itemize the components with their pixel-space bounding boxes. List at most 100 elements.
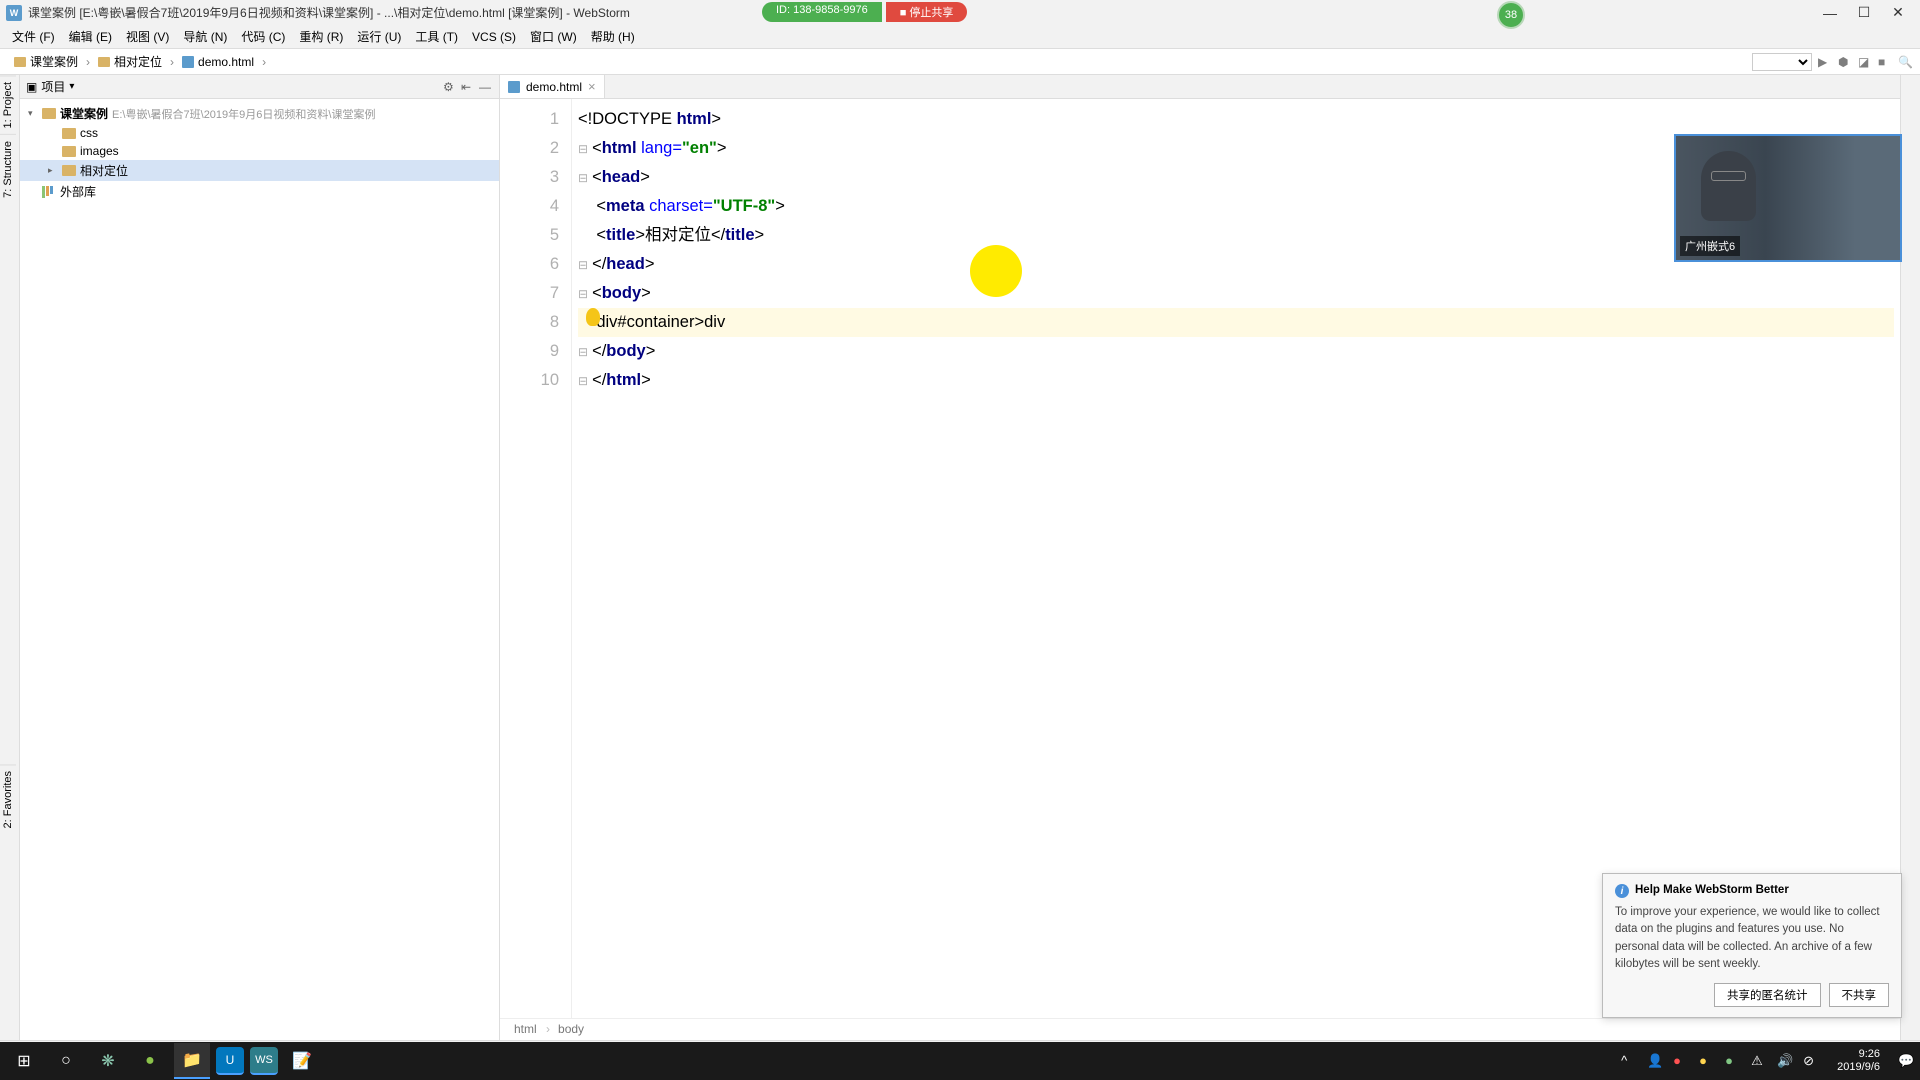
stop-icon[interactable]: ■ (1878, 55, 1892, 69)
code-line: <!DOCTYPE html> (578, 105, 1894, 134)
library-icon (42, 186, 56, 198)
breadcrumb-body[interactable]: body (558, 1022, 590, 1037)
html-file-icon (182, 56, 194, 68)
menu-code[interactable]: 代码 (C) (235, 26, 291, 47)
folder-icon (98, 57, 110, 67)
panel-title: 项目 (41, 78, 65, 95)
tray-icon[interactable]: ● (1699, 1053, 1715, 1069)
notification-center-icon[interactable]: 💬 (1898, 1053, 1914, 1069)
tree-label: css (80, 126, 98, 140)
breadcrumb-label: 课堂案例 (30, 53, 78, 70)
dont-share-button[interactable]: 不共享 (1829, 983, 1890, 1007)
maximize-button[interactable]: ☐ (1858, 7, 1870, 19)
structure-tool-tab[interactable]: 7: Structure (0, 134, 16, 204)
right-gutter (1900, 75, 1920, 1040)
favorites-tool-tab[interactable]: 2: Favorites (0, 764, 16, 834)
tree-xdwd-folder[interactable]: ▸ 相对定位 (20, 160, 499, 181)
system-tray: ^ 👤 ● ● ● ⚠ 🔊 ⊘ 9:26 2019/9/6 💬 (1621, 1048, 1914, 1074)
menu-view[interactable]: 视图 (V) (120, 26, 175, 47)
webcam-overlay[interactable]: 广州嵌式6 (1674, 134, 1902, 262)
tray-icon[interactable]: ● (1725, 1053, 1741, 1069)
tab-demo-html[interactable]: demo.html × (500, 75, 605, 98)
line-number: 10 (500, 366, 559, 395)
dropdown-icon[interactable]: ▾ (69, 81, 74, 92)
search-icon[interactable]: 🔍 (1898, 55, 1912, 69)
explorer-icon[interactable]: 📁 (174, 1043, 210, 1079)
menu-window[interactable]: 窗口 (W) (524, 26, 583, 47)
menu-edit[interactable]: 编辑 (E) (63, 26, 118, 47)
folder-icon (62, 165, 76, 176)
start-button[interactable]: ⊞ (6, 1043, 42, 1079)
menu-refactor[interactable]: 重构 (R) (293, 26, 349, 47)
volume-icon[interactable]: 🔊 (1777, 1053, 1793, 1069)
menu-file[interactable]: 文件 (F) (6, 26, 61, 47)
line-number: 7 (500, 279, 559, 308)
webstorm-task-icon[interactable]: WS (250, 1047, 278, 1075)
tray-icon[interactable]: ⊘ (1803, 1053, 1819, 1069)
webcam-label: 广州嵌式6 (1680, 236, 1740, 256)
collapse-icon[interactable]: ⇤ (461, 80, 475, 94)
project-tool-tab[interactable]: 1: Project (0, 75, 16, 134)
tree-external-lib[interactable]: 外部库 (20, 181, 499, 202)
chrome-icon[interactable]: ● (132, 1043, 168, 1079)
tray-icon[interactable]: ● (1673, 1053, 1689, 1069)
menu-navigate[interactable]: 导航 (N) (177, 26, 233, 47)
app-icon[interactable]: ❋ (90, 1043, 126, 1079)
menu-tools[interactable]: 工具 (T) (409, 26, 464, 47)
network-icon[interactable]: ⚠ (1751, 1053, 1767, 1069)
tree-root[interactable]: ▾ 课堂案例 E:\粤嵌\暑假合7班\2019年9月6日视频和资料\课堂案例 (20, 103, 499, 124)
stop-share-button[interactable]: ■ 停止共享 (886, 2, 968, 22)
notepad-icon[interactable]: 📝 (284, 1043, 320, 1079)
time: 9:26 (1837, 1048, 1880, 1061)
intention-bulb-icon[interactable] (586, 308, 600, 326)
folder-icon (62, 146, 76, 157)
line-number: 1 (500, 105, 559, 134)
menu-help[interactable]: 帮助 (H) (585, 26, 641, 47)
tab-close-icon[interactable]: × (588, 79, 596, 94)
code-line: ⊟</html> (578, 366, 1894, 395)
close-button[interactable]: ✕ (1892, 7, 1904, 19)
hide-icon[interactable]: — (479, 80, 493, 94)
cortana-icon[interactable]: ○ (48, 1043, 84, 1079)
line-number: 2 (500, 134, 559, 163)
breadcrumb-label: demo.html (198, 55, 254, 69)
line-number: 9 (500, 337, 559, 366)
title-bar: W 课堂案例 [E:\粤嵌\暑假合7班\2019年9月6日视频和资料\课堂案例]… (0, 0, 1920, 25)
tree-images-folder[interactable]: images (20, 142, 499, 160)
breadcrumb-html[interactable]: html (514, 1022, 550, 1037)
tree-label: images (80, 144, 119, 158)
info-icon: i (1615, 884, 1629, 898)
line-number: 8 (500, 308, 559, 337)
line-number: 3 (500, 163, 559, 192)
run-config-dropdown[interactable] (1752, 53, 1812, 71)
popup-title: Help Make WebStorm Better (1635, 884, 1789, 898)
run-icon[interactable]: ▶ (1818, 55, 1832, 69)
code-line: ⊟<body> (578, 279, 1894, 308)
tab-label: demo.html (526, 80, 582, 94)
share-stats-button[interactable]: 共享的匿名统计 (1714, 983, 1821, 1007)
menu-bar: 文件 (F) 编辑 (E) 视图 (V) 导航 (N) 代码 (C) 重构 (R… (0, 25, 1920, 49)
minimize-button[interactable]: — (1824, 7, 1836, 19)
breadcrumb-root[interactable]: 课堂案例 (8, 53, 84, 70)
panel-collapse-icon[interactable]: ▣ (26, 80, 37, 94)
line-gutter: 1 2 3 4 5 6 7 8 9 10 (500, 99, 572, 1018)
notification-badge[interactable]: 38 (1497, 1, 1525, 29)
project-tree: ▾ 课堂案例 E:\粤嵌\暑假合7班\2019年9月6日视频和资料\课堂案例 c… (20, 99, 499, 206)
breadcrumb-folder[interactable]: 相对定位 (92, 53, 168, 70)
share-id-badge[interactable]: ID: 138-9858-9976 (762, 2, 882, 22)
code-line: ⊟</body> (578, 337, 1894, 366)
menu-vcs[interactable]: VCS (S) (466, 28, 522, 46)
app-icon[interactable]: U (216, 1047, 244, 1075)
gear-icon[interactable]: ⚙ (443, 80, 457, 94)
windows-taskbar: ⊞ ○ ❋ ● 📁 U WS 📝 ^ 👤 ● ● ● ⚠ 🔊 ⊘ 9:26 20… (0, 1042, 1920, 1080)
tree-label: 课堂案例 (60, 105, 108, 122)
menu-run[interactable]: 运行 (U) (351, 26, 407, 47)
editor-tabs: demo.html × (500, 75, 1900, 99)
chevron-up-icon[interactable]: ^ (1621, 1053, 1637, 1069)
debug-icon[interactable]: ⬢ (1838, 55, 1852, 69)
breadcrumb-file[interactable]: demo.html (176, 55, 260, 69)
coverage-icon[interactable]: ◪ (1858, 55, 1872, 69)
tree-css-folder[interactable]: css (20, 124, 499, 142)
taskbar-clock[interactable]: 9:26 2019/9/6 (1837, 1048, 1880, 1074)
tray-icon[interactable]: 👤 (1647, 1053, 1663, 1069)
